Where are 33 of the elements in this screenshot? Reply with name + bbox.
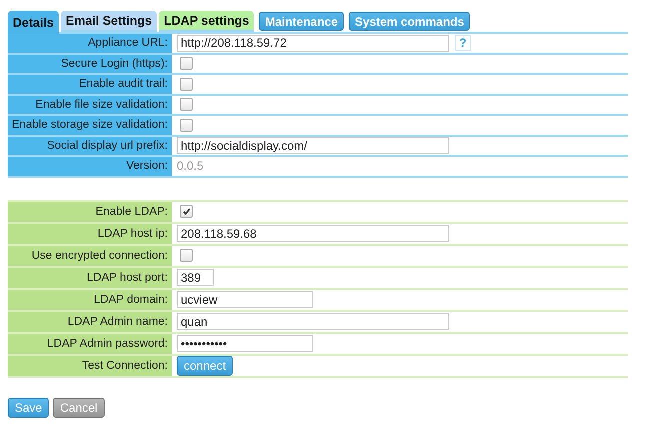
check-icon [182, 208, 190, 216]
field-label: Version: [8, 157, 172, 178]
field-label: Test Connection: [8, 356, 172, 378]
text-field[interactable]: quan [177, 313, 449, 330]
tab[interactable]: Details [8, 11, 59, 34]
text-field[interactable]: ucview [177, 291, 313, 308]
field-label: Enable file size validation: [8, 96, 172, 116]
text-field[interactable]: http://208.118.59.72 [177, 34, 449, 52]
field-label: Appliance URL: [8, 34, 172, 54]
checkbox[interactable] [180, 249, 193, 262]
checkbox[interactable] [180, 205, 193, 218]
text-field[interactable]: 389 [177, 269, 214, 286]
field-label: Enable LDAP: [8, 202, 172, 224]
field-label: LDAP domain: [8, 290, 172, 312]
field-label: Secure Login (https): [8, 54, 172, 75]
field-label: Use encrypted connection: [8, 246, 172, 268]
checkbox[interactable] [180, 57, 193, 70]
field-label: LDAP Admin name: [8, 312, 172, 334]
field-label: Enable audit trail: [8, 75, 172, 96]
tab[interactable]: LDAP settings [159, 11, 254, 32]
field-label: LDAP host port: [8, 268, 172, 290]
text-field[interactable]: 208.118.59.68 [177, 225, 449, 242]
field-label: Social display url prefix: [8, 136, 172, 157]
version-value: 0.0.5 [177, 159, 204, 174]
text-field[interactable]: ••••••••••• [177, 335, 313, 352]
field-label: Enable storage size validation: [8, 116, 172, 136]
field-label: LDAP Admin password: [8, 334, 172, 356]
field-label: LDAP host ip: [8, 224, 172, 246]
checkbox[interactable] [180, 118, 193, 132]
tab[interactable]: Email Settings [61, 11, 158, 32]
checkbox[interactable] [180, 98, 193, 112]
checkbox[interactable] [180, 78, 193, 91]
text-field[interactable]: http://socialdisplay.com/ [177, 137, 449, 154]
